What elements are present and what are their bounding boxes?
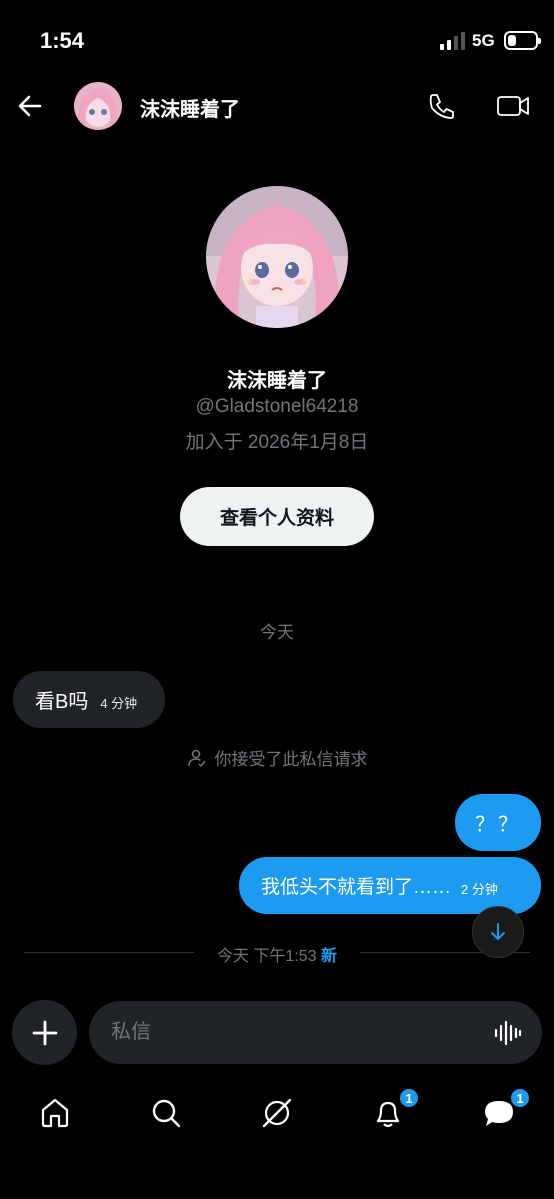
battery-icon [504, 31, 541, 50]
header-avatar[interactable] [74, 82, 122, 130]
grok-icon [262, 1098, 292, 1128]
messages-badge: 1 [509, 1087, 531, 1109]
notification-badge: 1 [398, 1087, 420, 1109]
back-arrow-icon[interactable] [12, 88, 48, 124]
scroll-to-bottom-button[interactable] [472, 906, 524, 958]
day-separator: 今天 [260, 623, 294, 642]
new-label: 新 [321, 948, 338, 965]
message-text: 看B吗 [35, 691, 89, 713]
message-input[interactable] [111, 1001, 471, 1064]
nav-search[interactable] [146, 1093, 186, 1133]
signal-icon [440, 32, 465, 50]
message-composer [89, 1001, 542, 1064]
video-icon[interactable] [494, 88, 532, 124]
avatar-image [206, 186, 348, 328]
plus-icon [32, 1020, 57, 1045]
new-messages-divider: 今天 下午1:53 新 [24, 940, 530, 965]
conversation-header: 沫沫睡着了 [0, 80, 554, 136]
header-contact-name[interactable]: 沫沫睡着了 [140, 93, 240, 122]
nav-notifications[interactable]: 1 [368, 1087, 420, 1133]
voice-message-icon[interactable] [493, 1018, 523, 1048]
bottom-navigation: 1 1 [0, 1085, 554, 1145]
home-icon [41, 1098, 69, 1128]
person-check-icon [187, 749, 206, 767]
view-profile-button[interactable]: 查看个人资料 [180, 487, 374, 546]
profile-handle: @Gladstonel64218 [195, 396, 359, 417]
status-bar: 1:54 5G [0, 0, 554, 80]
profile-avatar[interactable] [206, 186, 348, 328]
nav-grok[interactable] [257, 1093, 297, 1133]
divider-date: 今天 下午1:53 [216, 948, 317, 965]
avatar-image [74, 82, 122, 130]
nav-home[interactable] [35, 1093, 75, 1133]
profile-name: 沫沫睡着了 [227, 370, 327, 392]
message-bubble-outgoing[interactable]: ？？ [455, 794, 541, 851]
nav-messages[interactable]: 1 [479, 1087, 531, 1133]
phone-icon[interactable] [424, 88, 460, 124]
message-text: 我低头不就看到了…… [261, 877, 452, 898]
message-bubble-incoming[interactable]: 看B吗 4 分钟 [13, 671, 165, 728]
profile-joined-date: 加入于 2026年1月8日 [185, 432, 369, 453]
search-icon [152, 1099, 181, 1128]
message-time: 2 分钟 [461, 882, 498, 897]
status-time: 1:54 [40, 28, 85, 53]
battery-level [508, 35, 516, 46]
arrow-down-icon [491, 923, 505, 940]
message-time: 4 分钟 [100, 696, 138, 711]
network-label: 5G [472, 31, 495, 50]
request-accepted-text: 你接受了此私信请求 [214, 750, 368, 769]
request-accepted-note: 你接受了此私信请求 [0, 745, 554, 770]
add-attachment-button[interactable] [12, 1000, 77, 1065]
message-text: ？？ [475, 814, 521, 836]
